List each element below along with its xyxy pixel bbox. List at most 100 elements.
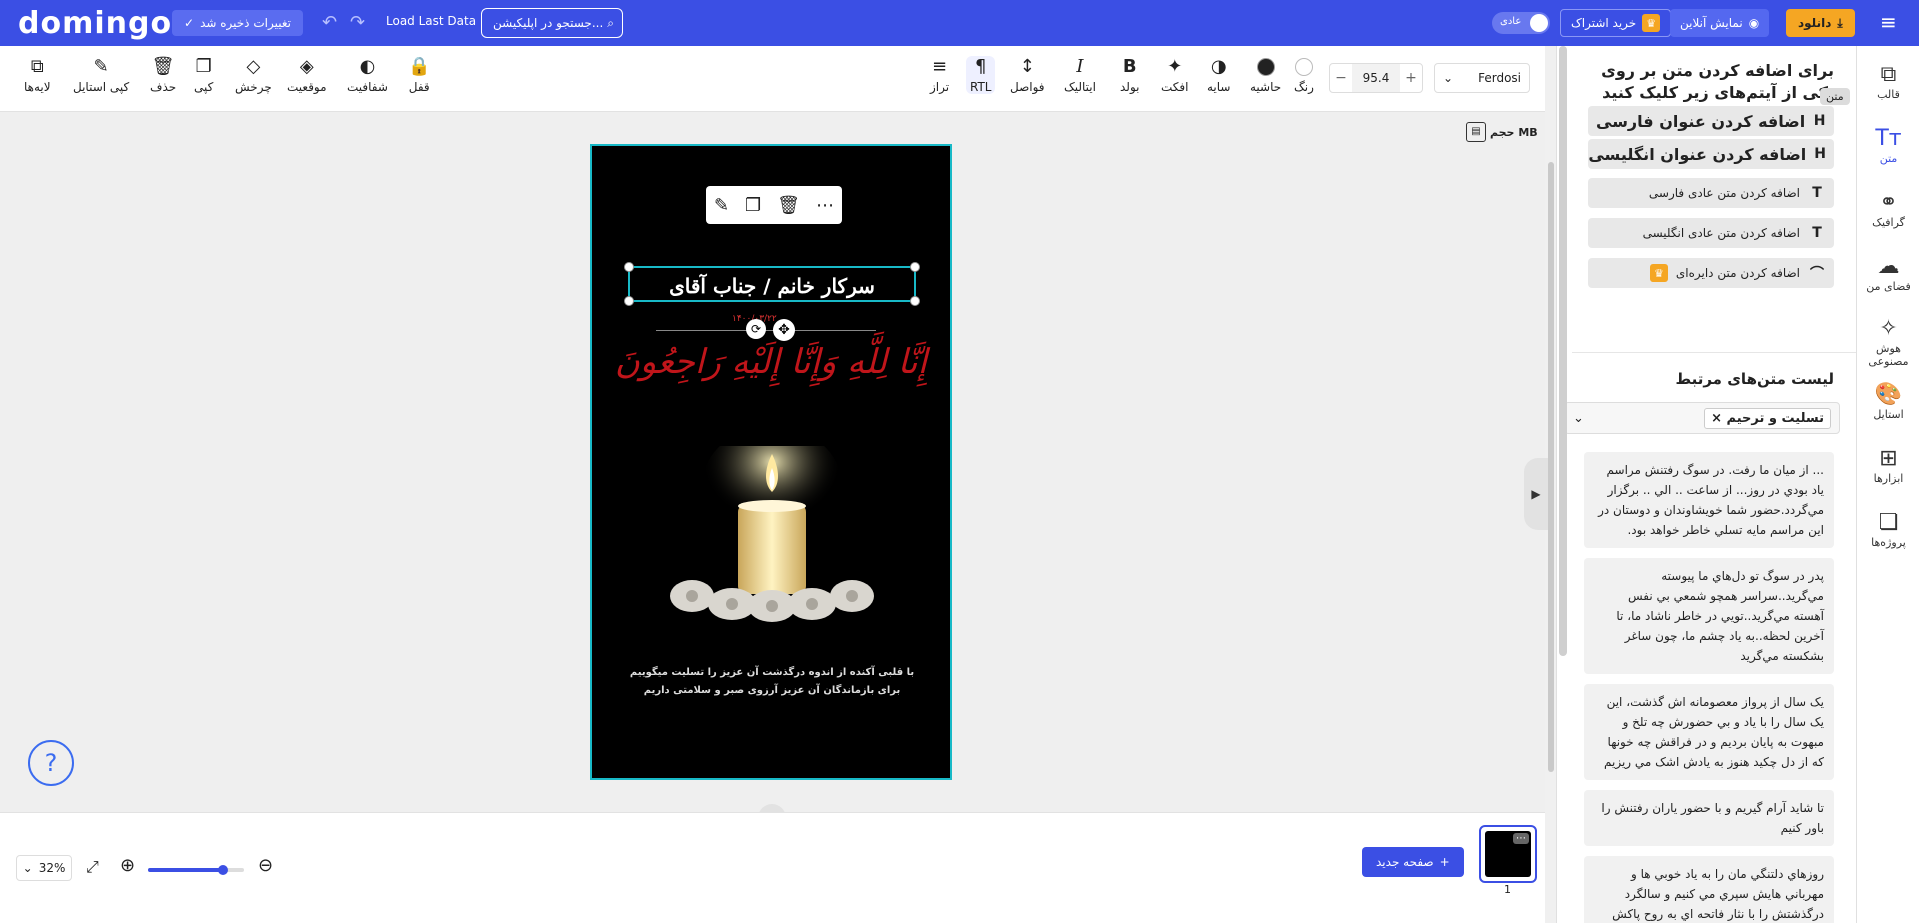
resize-handle[interactable] — [624, 262, 634, 272]
page-title-text[interactable]: سرکار خانم / جناب آقای — [630, 274, 914, 298]
load-last-data-button[interactable]: Load Last Data — [386, 14, 476, 28]
category-filter-select[interactable]: تسلیت و ترحیم × ⌄ — [1564, 402, 1840, 434]
sidebar-item-projects[interactable]: ❏ پروژه‌ها — [1857, 510, 1919, 549]
tool-layers[interactable]: ⧉ لایه‌ها — [24, 56, 51, 94]
sidebar-item-my-space[interactable]: ☁ فضای من — [1857, 254, 1919, 293]
page-thumbnail[interactable]: ⋯ — [1479, 825, 1537, 883]
tool-color[interactable]: رنگ — [1294, 56, 1314, 94]
cloud-upload-icon: ☁ — [1877, 254, 1900, 279]
font-family-select[interactable]: ⌄ Ferdosi — [1434, 63, 1530, 93]
related-texts-title: لیست متن‌های مرتبط — [1675, 370, 1834, 388]
sidebar-label: ابزارها — [1873, 472, 1904, 485]
canvas-scrollbar[interactable] — [1548, 162, 1554, 772]
sidebar-label: متن — [1879, 152, 1898, 165]
tool-copy-style[interactable]: ✎ کپی استایل — [73, 56, 129, 94]
collapse-panel-icon[interactable]: ▶ — [1524, 458, 1548, 530]
text-icon: T — [1812, 185, 1822, 201]
move-handle-icon[interactable]: ✥ — [773, 319, 795, 341]
zoom-slider[interactable] — [148, 865, 244, 875]
text-card[interactable]: یک سال از پرواز معصومانه اش گذشت، این یک… — [1584, 684, 1834, 780]
candle-image[interactable] — [652, 426, 892, 626]
sidebar-label: فضای من — [1866, 280, 1911, 293]
tool-position[interactable]: ◈ موقعیت — [287, 56, 327, 94]
download-label: دانلود — [1798, 16, 1832, 30]
tool-lock[interactable]: 🔒 قفل — [408, 56, 430, 94]
undo-icon[interactable]: ↶ — [322, 12, 337, 33]
tool-opacity[interactable]: ◐ شفافیت — [347, 56, 388, 94]
italic-icon: I — [1076, 56, 1084, 77]
text-card[interactable]: ... از میان ما رفت. در سوگ رفتنش مراسم ی… — [1584, 452, 1834, 548]
text-card[interactable]: روزهاي دلتنگي مان را به یاد خوبي ها و مه… — [1584, 856, 1834, 923]
text-card[interactable]: تا شاید آرام گیریم و با حضور یاران رفتنش… — [1584, 790, 1834, 846]
bottom-bar: ⌄ 32% ⤢ ⊕ ⊖ صفحه جدید + ⋯ 1 — [0, 812, 1545, 923]
tool-effect[interactable]: ✦ افکت — [1161, 56, 1188, 94]
tool-italic[interactable]: I ایتالیک — [1064, 56, 1096, 94]
save-status-button[interactable]: ✓ تغییرات ذخیره شد — [172, 10, 303, 36]
resize-handle[interactable] — [624, 296, 634, 306]
sidebar-item-tools[interactable]: ⊞ ابزارها — [1857, 446, 1919, 485]
panel-scrollbar[interactable] — [1559, 46, 1567, 656]
more-icon[interactable]: ⋯ — [816, 195, 834, 216]
thumbnail-menu-icon[interactable]: ⋯ — [1513, 833, 1529, 844]
text-card[interactable]: پدر در سوگ تو دل‌هاي ما پیوسته مي‌گرید..… — [1584, 558, 1834, 674]
close-icon[interactable]: × — [1711, 411, 1722, 426]
download-button[interactable]: دانلود ⤓ — [1786, 9, 1855, 37]
edit-icon[interactable]: ✎ — [714, 195, 729, 216]
tool-label: تراز — [930, 80, 950, 94]
search-input[interactable]: جستجو در اپلیکیشن... ⌕ — [481, 8, 623, 38]
zoom-select[interactable]: ⌄ 32% — [16, 855, 72, 881]
file-size-indicator[interactable]: ▤ حجم MB — [1466, 122, 1538, 142]
redo-icon[interactable]: ↷ — [350, 12, 365, 33]
zoom-slider-thumb[interactable] — [217, 865, 228, 875]
opacity-icon: ◐ — [359, 56, 376, 77]
category-chip[interactable]: تسلیت و ترحیم × — [1704, 407, 1831, 429]
tool-align[interactable]: ≡ تراز — [930, 56, 949, 94]
add-circular-text-button[interactable]: ⌒ اضافه کردن متن دایره‌ای ♛ — [1588, 258, 1834, 288]
add-english-text-button[interactable]: T اضافه کردن متن عادی انگلیسی — [1588, 218, 1834, 248]
plus-icon[interactable]: + — [1400, 70, 1422, 86]
zoom-out-icon[interactable]: ⊖ — [258, 855, 273, 876]
tool-rtl[interactable]: ¶ RTL — [966, 56, 996, 94]
menu-icon[interactable]: ≡ — [1880, 10, 1897, 34]
quran-verse-text[interactable]: إِنَّا لِلَّهِ وَإِنَّا إِلَيْهِ رَاجِعُ… — [592, 342, 950, 382]
align-icon: ≡ — [932, 56, 948, 77]
thumbnail-preview: ⋯ — [1485, 831, 1531, 877]
design-page[interactable]: ✎ ❐ 🗑 ⋯ سرکار خانم / جناب آقای ۱۴۰۰/۰۳/۲… — [590, 144, 952, 780]
zoom-in-icon[interactable]: ⊕ — [120, 855, 135, 876]
fit-screen-icon[interactable]: ⤢ — [86, 857, 99, 877]
online-view-button[interactable]: نمایش آنلاین ◉ — [1670, 9, 1770, 37]
sidebar-item-text[interactable]: Tт متن — [1857, 126, 1919, 165]
add-persian-title-button[interactable]: H اضافه کردن عنوان فارسی — [1588, 106, 1834, 136]
delete-icon[interactable]: 🗑 — [777, 195, 800, 216]
font-size-stepper[interactable]: −95.4 + — [1329, 63, 1423, 93]
add-persian-text-button[interactable]: T اضافه کردن متن عادی فارسی — [1588, 178, 1834, 208]
subscribe-button[interactable]: خرید اشتراک ♛ — [1560, 9, 1672, 37]
condolence-text[interactable]: با قلبی آکنده از اندوه درگذشت آن عزیز را… — [602, 664, 942, 700]
tool-spacing[interactable]: ↕ فواصل — [1010, 56, 1045, 94]
rotate-handle-icon[interactable]: ⟳ — [746, 319, 766, 339]
sidebar-item-style[interactable]: 🎨 استایل — [1857, 382, 1919, 421]
mode-toggle[interactable]: عادی — [1492, 12, 1550, 34]
duplicate-icon[interactable]: ❐ — [745, 195, 761, 216]
tool-bold[interactable]: B بولد — [1120, 56, 1140, 94]
new-page-button[interactable]: صفحه جدید + — [1362, 847, 1464, 877]
tool-stroke[interactable]: حاشیه — [1250, 56, 1281, 94]
sidebar-item-graphic[interactable]: ⚭ گرافیک — [1857, 190, 1919, 229]
add-english-title-button[interactable]: H اضافه کردن عنوان انگلیسی — [1588, 139, 1834, 169]
selected-title-text[interactable]: سرکار خانم / جناب آقای — [624, 262, 920, 306]
new-page-label: صفحه جدید — [1376, 855, 1434, 869]
tool-copy[interactable]: ❐ کپی — [194, 56, 213, 94]
font-size-value[interactable]: 95.4 — [1352, 64, 1400, 92]
shapes-icon: ⚭ — [1879, 190, 1898, 215]
tool-shadow[interactable]: ◑ سایه — [1207, 56, 1230, 94]
resize-handle[interactable] — [910, 296, 920, 306]
context-toolbar: ✎ ❐ 🗑 ⋯ — [706, 186, 842, 224]
minus-icon[interactable]: − — [1330, 70, 1352, 86]
text-icon: T — [1812, 225, 1822, 241]
help-icon[interactable]: ? — [28, 740, 74, 786]
sidebar-item-template[interactable]: ⧉ قالب — [1857, 62, 1919, 101]
tool-delete[interactable]: 🗑 حذف — [150, 56, 176, 94]
sidebar-item-ai[interactable]: ✧ هوش مصنوعی — [1857, 316, 1919, 368]
tool-rotate[interactable]: ◇ چرخش — [235, 56, 272, 94]
resize-handle[interactable] — [910, 262, 920, 272]
